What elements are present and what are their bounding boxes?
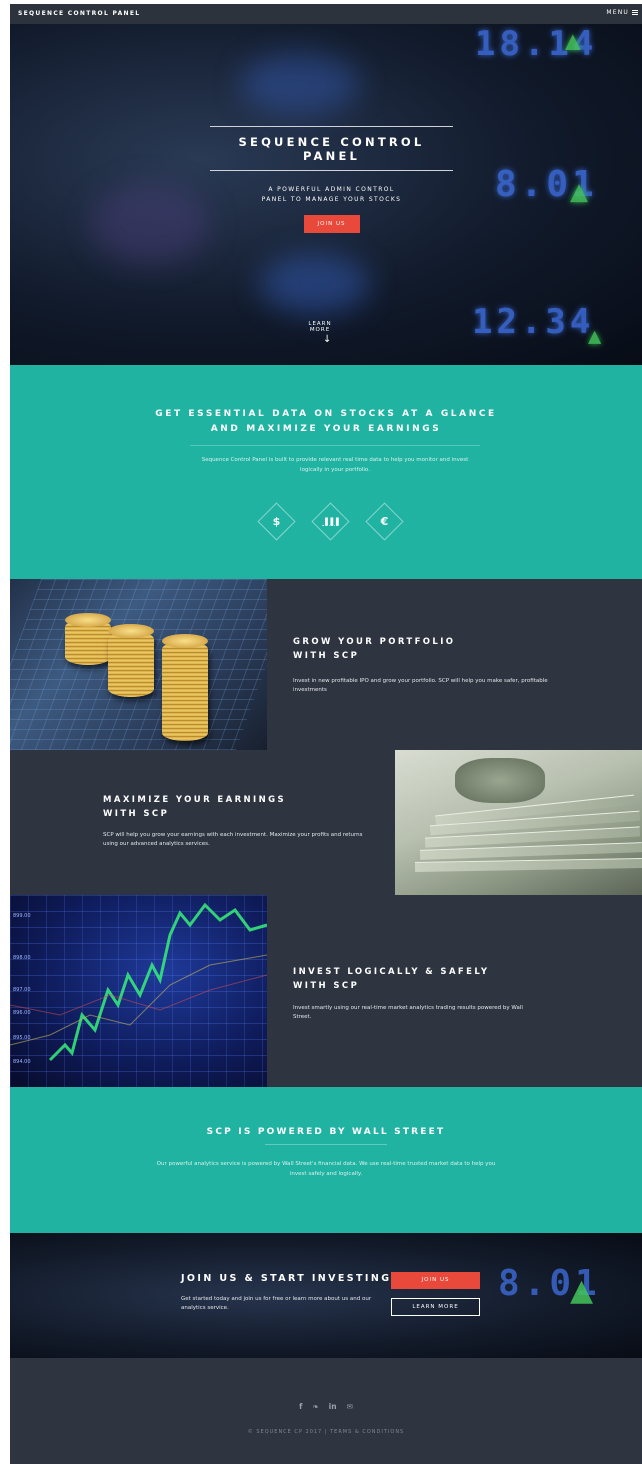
chart-tick: 895.00 (13, 1035, 31, 1041)
feature-heading: INVEST LOGICALLY & SAFELY WITH SCP (293, 967, 490, 991)
coin-top (162, 634, 208, 648)
coin-stack (108, 631, 154, 697)
portrait-detail (455, 758, 545, 803)
hero-ticker-up-arrow: ▲ (570, 174, 593, 209)
twitter-icon[interactable]: ❧ (312, 1402, 318, 1411)
facebook-icon[interactable]: f (299, 1402, 302, 1411)
hero-ticker-up-arrow: ▲ (588, 324, 606, 349)
copyright-text[interactable]: © SEQUENCE CP 2017 | TERMS & CONDITIONS (10, 1429, 642, 1435)
cta-join-button[interactable]: JOIN US (391, 1272, 480, 1289)
powered-heading: SCP IS POWERED BY WALL STREET (206, 1127, 446, 1137)
chart-tick: 899.00 (13, 913, 31, 919)
hero-title: SEQUENCE CONTROL PANEL (210, 126, 453, 171)
social-links: f ❧ in ✉ (10, 1402, 642, 1411)
email-icon[interactable]: ✉ (347, 1402, 353, 1411)
bar-chart-icon: ▐▐▐ (322, 518, 339, 526)
divider (265, 1144, 387, 1145)
coin-stack (162, 641, 208, 741)
intro-heading: GET ESSENTIAL DATA ON STOCKS AT A GLANCE… (155, 409, 497, 434)
feature-row-earnings: MAXIMIZE YOUR EARNINGS WITH SCP SCP will… (10, 750, 642, 895)
top-navbar: SEQUENCE CONTROL PANEL MENU (10, 4, 642, 24)
coin-top (65, 613, 111, 627)
hero-glow (90, 184, 210, 264)
cta-up-arrow: ▲ (570, 1273, 594, 1308)
hero-join-button[interactable]: JOIN US (303, 215, 360, 233)
hero-glow (240, 54, 360, 114)
hero-content: SEQUENCE CONTROL PANEL A POWERFUL ADMIN … (210, 126, 453, 233)
hero-glow (260, 254, 370, 314)
hero-ticker-bottom: 12.34 (472, 302, 595, 342)
stock-chart-image: 899.00 898.00 897.00 896.00 895.00 894.0… (10, 895, 267, 1087)
chart-tick: 897.00 (13, 987, 31, 993)
cta-heading: JOIN US & START INVESTING (181, 1273, 392, 1284)
powered-section: SCP IS POWERED BY WALL STREET Our powerf… (10, 1087, 642, 1233)
chart-line-graphic (10, 902, 267, 1062)
intro-section: GET ESSENTIAL DATA ON STOCKS AT A GLANCE… (10, 365, 642, 579)
brand-logo[interactable]: SEQUENCE CONTROL PANEL (18, 10, 140, 17)
feature-row-portfolio: GROW YOUR PORTFOLIO WITH SCP Invest in n… (10, 579, 642, 750)
hero-ticker-up-arrow: ▲ (565, 26, 585, 56)
cash-image (395, 750, 642, 895)
linkedin-icon[interactable]: in (329, 1402, 337, 1411)
menu-button[interactable]: MENU (606, 9, 638, 16)
feature-text: SCP will help you grow your earnings wit… (103, 832, 363, 847)
feature-row-invest: 899.00 898.00 897.00 896.00 895.00 894.0… (10, 895, 642, 1087)
chart-tick: 898.00 (13, 955, 31, 961)
chart-tick: 894.00 (13, 1059, 31, 1065)
coins-image (10, 579, 267, 750)
hero-section: 18.14 ▲ 8.01 ▲ 12.34 ▲ SEQUENCE CONTROL … (10, 24, 642, 365)
footer: f ❧ in ✉ © SEQUENCE CP 2017 | TERMS & CO… (10, 1358, 642, 1464)
intro-text: Sequence Control Panel is built to provi… (201, 457, 469, 473)
coin-top (108, 624, 154, 638)
chart-tick: 896.00 (13, 1010, 31, 1016)
feature-heading: GROW YOUR PORTFOLIO WITH SCP (293, 637, 456, 661)
feature-heading: MAXIMIZE YOUR EARNINGS WITH SCP (103, 795, 287, 819)
divider (190, 445, 480, 446)
hamburger-icon (632, 10, 638, 15)
cta-text: Get started today and join us for free o… (181, 1296, 372, 1311)
cta-section: 8.01 ▲ JOIN US & START INVESTING Get sta… (10, 1233, 642, 1358)
menu-label: MENU (606, 9, 629, 16)
hero-subtitle: A POWERFUL ADMIN CONTROL PANEL TO MANAGE… (261, 186, 402, 203)
feature-text: Invest smartly using our real-time marke… (293, 1005, 523, 1020)
page: SEQUENCE CONTROL PANEL MENU 18.14 ▲ 8.01… (10, 4, 642, 1464)
euro-icon: € (380, 515, 389, 528)
powered-text: Our powerful analytics service is powere… (156, 1161, 496, 1177)
cta-learn-more-button[interactable]: LEARN MORE (391, 1298, 480, 1316)
feature-text: Invest in new profitable IPO and grow yo… (293, 678, 548, 693)
arrow-down-icon[interactable]: ↓ (323, 334, 331, 345)
dollar-icon: $ (272, 515, 281, 528)
hero-learn-more-link[interactable]: LEARN MORE (297, 321, 343, 333)
